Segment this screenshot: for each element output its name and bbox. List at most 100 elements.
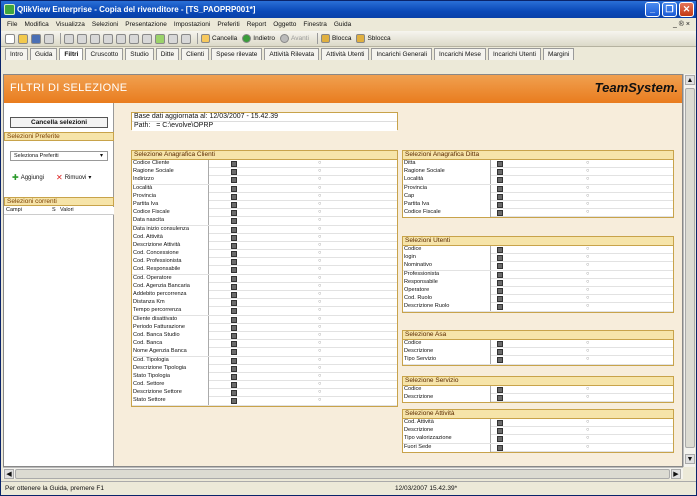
table-icon[interactable] bbox=[129, 33, 139, 44]
value-circle-icon[interactable]: ○ bbox=[586, 246, 589, 254]
filter-row[interactable]: Codice ○ bbox=[403, 246, 673, 255]
menu-item-presentazione[interactable]: Presentazione bbox=[125, 21, 167, 28]
filter-row[interactable]: Responsabile ○ bbox=[403, 278, 673, 287]
filter-row[interactable]: Partita Iva ○ bbox=[132, 200, 397, 210]
tab-clienti[interactable]: Clienti bbox=[181, 48, 210, 60]
filter-row[interactable]: Codice Fiscale ○ bbox=[132, 209, 397, 218]
filter-row[interactable]: Codice ○ bbox=[403, 340, 673, 349]
listbox-select-icon[interactable] bbox=[231, 185, 237, 192]
horizontal-scrollbar[interactable]: ◀ ▶ bbox=[3, 467, 683, 479]
filter-row[interactable]: Codice ○ bbox=[403, 386, 673, 395]
value-circle-icon[interactable]: ○ bbox=[318, 389, 321, 397]
listbox-select-icon[interactable] bbox=[231, 242, 237, 249]
value-circle-icon[interactable]: ○ bbox=[586, 444, 589, 452]
listbox-select-icon[interactable] bbox=[497, 341, 503, 347]
tab-intro[interactable]: Intro bbox=[5, 48, 29, 60]
filter-row[interactable]: Descrizione Ruolo ○ bbox=[403, 303, 673, 312]
value-circle-icon[interactable]: ○ bbox=[318, 373, 321, 381]
clear-selections-toolbar-button[interactable]: Cancella bbox=[201, 34, 237, 43]
tab-attivit-utenti[interactable]: Attività Utenti bbox=[321, 48, 370, 60]
tab-cruscotto[interactable]: Cruscotto bbox=[85, 48, 124, 60]
filter-row[interactable]: Provincia ○ bbox=[132, 192, 397, 201]
filter-row[interactable]: Cod. Tipologia ○ bbox=[132, 356, 397, 365]
filter-row[interactable]: Cod. Concessione ○ bbox=[132, 250, 397, 259]
value-circle-icon[interactable]: ○ bbox=[318, 332, 321, 340]
filter-row[interactable]: Indirizzo ○ bbox=[132, 176, 397, 185]
value-circle-icon[interactable]: ○ bbox=[318, 185, 321, 193]
value-circle-icon[interactable]: ○ bbox=[318, 266, 321, 274]
forward-button[interactable]: Avanti bbox=[279, 34, 309, 43]
filter-row[interactable]: Cod. Professionista ○ bbox=[132, 258, 397, 267]
document-window-controls[interactable]: _ ® × bbox=[673, 18, 690, 31]
value-circle-icon[interactable]: ○ bbox=[318, 299, 321, 307]
filter-row[interactable]: Provincia ○ bbox=[403, 184, 673, 193]
listbox-select-icon[interactable] bbox=[497, 161, 503, 167]
listbox-select-icon[interactable] bbox=[497, 387, 503, 393]
listbox-select-icon[interactable] bbox=[231, 169, 237, 176]
listbox-select-icon[interactable] bbox=[231, 292, 237, 298]
filter-row[interactable]: Tipo valorizzazione ○ bbox=[403, 435, 673, 444]
copy-icon[interactable] bbox=[77, 33, 87, 44]
value-circle-icon[interactable]: ○ bbox=[586, 427, 589, 435]
tab-guida[interactable]: Guida bbox=[30, 48, 58, 60]
unlock-button[interactable]: Sblocca bbox=[356, 34, 391, 43]
filter-row[interactable]: Cod. Banca Studio ○ bbox=[132, 331, 397, 341]
filter-row[interactable]: Fuori Sede ○ bbox=[403, 443, 673, 452]
value-circle-icon[interactable]: ○ bbox=[318, 242, 321, 250]
listbox-select-icon[interactable] bbox=[231, 283, 237, 290]
value-circle-icon[interactable]: ○ bbox=[318, 160, 321, 168]
tab-incarichi-utenti[interactable]: Incarichi Utenti bbox=[487, 48, 541, 60]
listbox-select-icon[interactable] bbox=[231, 275, 237, 282]
menu-item-visualizza[interactable]: Visualizza bbox=[56, 21, 85, 28]
chart-icon[interactable] bbox=[142, 33, 152, 44]
menu-item-impostazioni[interactable]: Impostazioni bbox=[174, 21, 211, 28]
listbox-select-icon[interactable] bbox=[231, 193, 237, 200]
filter-row[interactable]: Descrizione ○ bbox=[403, 348, 673, 357]
value-circle-icon[interactable]: ○ bbox=[586, 185, 589, 193]
value-circle-icon[interactable]: ○ bbox=[318, 234, 321, 242]
value-circle-icon[interactable]: ○ bbox=[318, 226, 321, 234]
tab-attivit-rilevata[interactable]: Attività Rilevata bbox=[264, 48, 320, 60]
filter-row[interactable]: Località ○ bbox=[403, 176, 673, 185]
edit-icon[interactable] bbox=[64, 33, 74, 44]
value-circle-icon[interactable]: ○ bbox=[318, 357, 321, 365]
listbox-select-icon[interactable] bbox=[497, 263, 503, 270]
menu-item-report[interactable]: Report bbox=[247, 21, 267, 28]
scroll-down-icon[interactable]: ▼ bbox=[685, 454, 695, 464]
filter-row[interactable]: Descrizione Settore ○ bbox=[132, 389, 397, 398]
listbox-select-icon[interactable] bbox=[497, 247, 503, 253]
value-circle-icon[interactable]: ○ bbox=[318, 176, 321, 184]
filter-row[interactable]: Ditta ○ bbox=[403, 160, 673, 169]
value-circle-icon[interactable]: ○ bbox=[318, 258, 321, 266]
listbox-select-icon[interactable] bbox=[497, 201, 503, 208]
filter-row[interactable]: Cod. Responsabile ○ bbox=[132, 266, 397, 275]
scroll-right-icon[interactable]: ▶ bbox=[671, 469, 681, 479]
filter-row[interactable]: Tempo percorrenza ○ bbox=[132, 307, 397, 316]
find-icon[interactable] bbox=[116, 33, 126, 44]
value-circle-icon[interactable]: ○ bbox=[318, 307, 321, 315]
value-circle-icon[interactable]: ○ bbox=[318, 381, 321, 389]
filter-row[interactable]: Nome Agenzia Banca ○ bbox=[132, 348, 397, 357]
maximize-button[interactable]: ❐ bbox=[662, 2, 677, 17]
listbox-select-icon[interactable] bbox=[231, 341, 237, 348]
value-circle-icon[interactable]: ○ bbox=[586, 348, 589, 356]
menu-item-file[interactable]: File bbox=[7, 21, 17, 28]
listbox-select-icon[interactable] bbox=[231, 382, 237, 389]
listbox-select-icon[interactable] bbox=[231, 332, 237, 339]
filter-row[interactable]: Descrizione Attività ○ bbox=[132, 241, 397, 251]
value-circle-icon[interactable]: ○ bbox=[318, 291, 321, 299]
value-circle-icon[interactable]: ○ bbox=[318, 168, 321, 176]
listbox-select-icon[interactable] bbox=[231, 398, 237, 405]
value-circle-icon[interactable]: ○ bbox=[318, 209, 321, 217]
menu-item-oggetto[interactable]: Oggetto bbox=[273, 21, 296, 28]
filter-row[interactable]: Cap ○ bbox=[403, 192, 673, 201]
minimize-button[interactable]: _ bbox=[645, 2, 660, 17]
vertical-scroll-thumb[interactable] bbox=[685, 88, 695, 448]
filter-row[interactable]: Descrizione Tipologia ○ bbox=[132, 364, 397, 373]
value-circle-icon[interactable]: ○ bbox=[586, 419, 589, 427]
listbox-select-icon[interactable] bbox=[497, 428, 503, 435]
tab-incarichi-generali[interactable]: Incarichi Generali bbox=[371, 48, 433, 60]
value-circle-icon[interactable]: ○ bbox=[318, 397, 321, 405]
value-circle-icon[interactable]: ○ bbox=[586, 160, 589, 168]
add-favorite-button[interactable]: ✚ Aggiungi bbox=[12, 173, 44, 182]
